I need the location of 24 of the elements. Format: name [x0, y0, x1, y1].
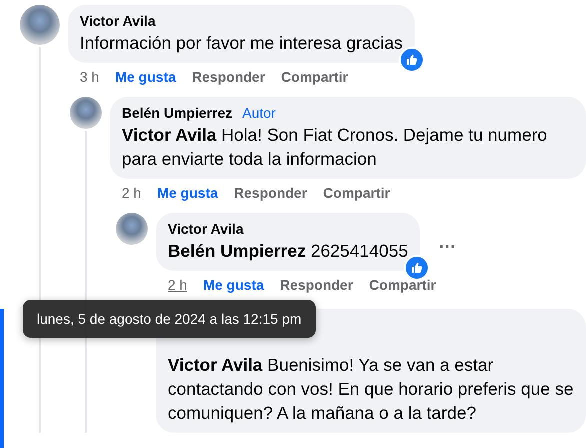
comment-text: Victor Avila Buenisimo! Ya se van a estar contactando con vos! En que horario preferis que se comuniquen? A la mañana o a la tarde?	[168, 354, 574, 425]
thumbs-up-icon	[406, 54, 418, 66]
comment-text: Belén Umpierrez 2625414055	[168, 240, 408, 263]
action-link[interactable]: Responder	[234, 185, 308, 213]
action-link[interactable]: Compartir	[323, 185, 390, 213]
action-link[interactable]: Compartir	[281, 69, 348, 97]
timestamp-link[interactable]: 3 h	[80, 69, 100, 97]
action-link[interactable]: Compartir	[369, 277, 436, 305]
comment-text: Victor Avila Hola! Son Fiat Cronos. Dejame tu numero para enviarte toda la informacion	[122, 124, 548, 171]
action-link[interactable]: Me gusta	[115, 69, 176, 97]
action-link[interactable]: Me gusta	[157, 185, 218, 213]
author-name[interactable]: Belén Umpierrez	[122, 105, 232, 121]
thumbs-up-icon	[411, 262, 424, 274]
timestamp-link[interactable]: 2 h	[122, 185, 142, 213]
avatar[interactable]	[70, 97, 102, 129]
comment-text: Información por favor me interesa gracias	[80, 32, 403, 55]
avatar[interactable]	[116, 213, 148, 245]
timestamp-tooltip: lunes, 5 de agosto de 2024 a las 12:15 pm	[23, 300, 316, 338]
author-label: Autor	[242, 105, 276, 121]
more-options-button[interactable]: …	[434, 232, 460, 252]
author-name[interactable]: Victor Avila	[168, 221, 244, 237]
avatar[interactable]	[20, 5, 60, 45]
action-link[interactable]: Responder	[192, 69, 266, 97]
author-name[interactable]: Victor Avila	[80, 13, 156, 29]
